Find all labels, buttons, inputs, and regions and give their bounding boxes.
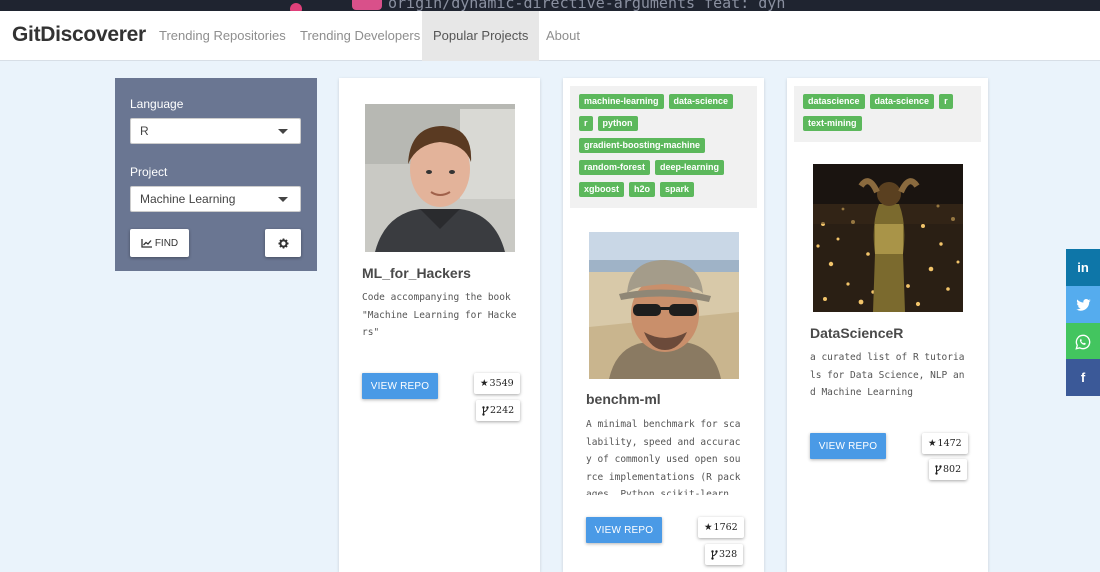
- forks-badge: 802: [929, 459, 968, 480]
- tag[interactable]: data-science: [668, 94, 734, 109]
- fork-icon: [935, 464, 942, 475]
- avatar: [365, 104, 515, 252]
- tag[interactable]: random-forest: [579, 160, 651, 175]
- stars-badge: ★ 1762: [698, 517, 744, 538]
- stars-count: 1762: [713, 522, 738, 533]
- chevron-down-icon: [278, 129, 288, 134]
- tag[interactable]: spark: [660, 182, 695, 197]
- chart-icon: [141, 238, 152, 248]
- card-title[interactable]: ML_for_Hackers: [362, 265, 471, 281]
- language-select-value: R: [140, 124, 149, 138]
- tag[interactable]: gradient-boosting-machine: [579, 138, 706, 153]
- whatsapp-icon: [1075, 334, 1091, 350]
- filter-panel: Language R Project Machine Learning FIND: [115, 78, 317, 271]
- view-repo-button[interactable]: VIEW REPO: [586, 517, 662, 543]
- stars-count: 3549: [489, 378, 514, 389]
- forks-count: 328: [719, 549, 738, 560]
- tag[interactable]: h2o: [629, 182, 656, 197]
- background-strip: origin/dynamic-directive-arguments feat:…: [0, 0, 1100, 11]
- tag[interactable]: deep-learning: [655, 160, 725, 175]
- language-select[interactable]: R: [130, 118, 301, 144]
- gear-icon: [277, 237, 289, 249]
- project-card: ML_for_Hackers Code accompanying the boo…: [339, 78, 540, 572]
- language-label: Language: [130, 97, 184, 111]
- tag[interactable]: data-science: [869, 94, 935, 109]
- star-icon: ★: [928, 438, 937, 449]
- stars-badge: ★ 1472: [922, 433, 968, 454]
- project-card: datascience data-science r text-mining D…: [787, 78, 988, 572]
- fork-icon: [482, 405, 489, 416]
- avatar: [589, 232, 739, 379]
- forks-count: 802: [943, 464, 962, 475]
- view-repo-button[interactable]: VIEW REPO: [810, 433, 886, 459]
- decorative-dot: [290, 3, 302, 11]
- project-label: Project: [130, 165, 168, 179]
- navbar: GitDiscoverer Trending Repositories Tren…: [0, 11, 1100, 61]
- background-strip-text: origin/dynamic-directive-arguments feat:…: [388, 0, 786, 11]
- project-select[interactable]: Machine Learning: [130, 186, 301, 212]
- tag[interactable]: python: [597, 116, 638, 131]
- nav-trending-developers[interactable]: Trending Developers: [289, 11, 431, 61]
- twitter-share-button[interactable]: [1066, 286, 1100, 323]
- stars-count: 1472: [937, 438, 962, 449]
- forks-badge: 2242: [476, 400, 521, 421]
- tag[interactable]: xgboost: [579, 182, 624, 197]
- settings-button[interactable]: [265, 229, 301, 257]
- card-title[interactable]: benchm-ml: [586, 391, 661, 407]
- tag[interactable]: datascience: [803, 94, 865, 109]
- linkedin-icon: in: [1077, 260, 1089, 275]
- stars-badge: ★ 3549: [474, 373, 520, 394]
- card-title[interactable]: DataScienceR: [810, 325, 903, 341]
- chevron-down-icon: [278, 197, 288, 202]
- star-icon: ★: [480, 378, 489, 389]
- find-button[interactable]: FIND: [130, 229, 189, 257]
- nav-about[interactable]: About: [535, 11, 591, 61]
- whatsapp-share-button[interactable]: [1066, 323, 1100, 360]
- view-repo-button[interactable]: VIEW REPO: [362, 373, 438, 399]
- card-description: Code accompanying the book "Machine Lear…: [362, 292, 517, 338]
- decorative-chip: [352, 0, 382, 10]
- tag-list: datascience data-science r text-mining: [794, 86, 981, 142]
- project-card: machine-learning data-science r python g…: [563, 78, 764, 572]
- forks-count: 2242: [490, 405, 515, 416]
- facebook-icon: f: [1080, 370, 1086, 385]
- tag[interactable]: r: [939, 94, 953, 109]
- twitter-icon: [1075, 298, 1091, 311]
- forks-badge: 328: [705, 544, 744, 565]
- tag[interactable]: text-mining: [803, 116, 862, 131]
- avatar: [813, 164, 963, 312]
- nav-trending-repositories[interactable]: Trending Repositories: [148, 11, 297, 61]
- fork-icon: [711, 549, 718, 560]
- tag[interactable]: r: [579, 116, 593, 131]
- card-description: a curated list of R tutorials for Data S…: [810, 352, 965, 398]
- find-button-label: FIND: [154, 237, 179, 249]
- tag-list: machine-learning data-science r python g…: [570, 86, 757, 208]
- facebook-share-button[interactable]: f: [1066, 359, 1100, 396]
- star-icon: ★: [704, 522, 713, 533]
- nav-popular-projects[interactable]: Popular Projects: [422, 11, 540, 61]
- card-description: A minimal benchmark for scalability, spe…: [586, 419, 741, 495]
- project-select-value: Machine Learning: [140, 192, 236, 206]
- tag[interactable]: machine-learning: [579, 94, 664, 109]
- brand-logo[interactable]: GitDiscoverer: [12, 23, 146, 47]
- linkedin-share-button[interactable]: in: [1066, 249, 1100, 286]
